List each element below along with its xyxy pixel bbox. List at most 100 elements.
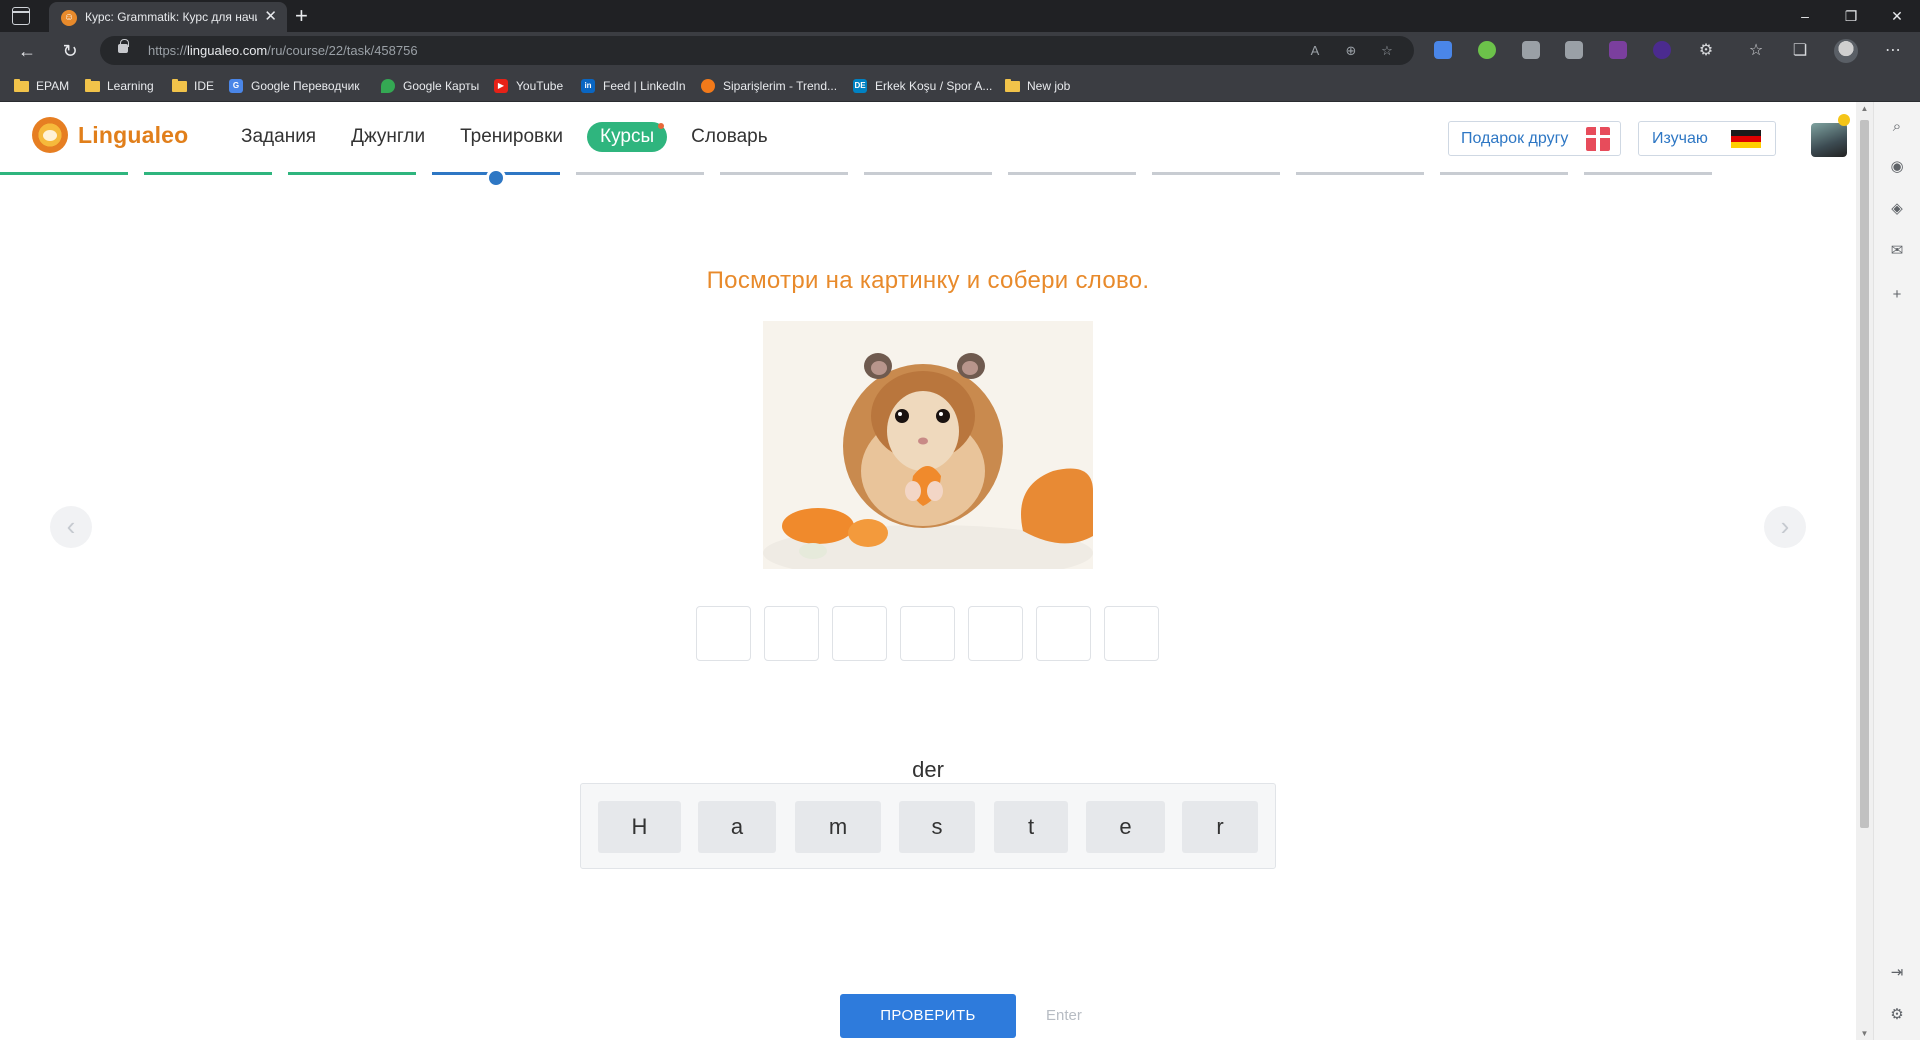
progress-segment-done [144,172,272,175]
close-tab-icon[interactable]: ✕ [264,8,277,26]
linkedin-icon: in [581,79,595,93]
minimize-icon[interactable]: – [1782,0,1828,32]
new-tab-icon[interactable]: + [295,4,308,28]
zoom-icon[interactable]: ⊕ [1341,41,1361,61]
next-task-button[interactable]: › [1764,506,1806,548]
user-avatar[interactable] [1811,123,1847,157]
check-button[interactable]: ПРОВЕРИТЬ [840,994,1016,1038]
bookmark-linkedin[interactable]: in Feed | LinkedIn [581,78,686,94]
games-icon[interactable]: ◈ [1886,198,1908,220]
answer-slot[interactable] [1104,606,1159,661]
nav-item-jungle[interactable]: Джунгли [351,122,425,152]
back-icon[interactable]: ← [14,38,40,64]
tab-actions-icon[interactable] [12,7,30,25]
extensions-icon[interactable]: ⚙ [1695,40,1717,62]
address-bar[interactable]: https://lingualeo.com/ru/course/22/task/… [100,36,1414,65]
hide-sidebar-icon[interactable]: ⇥ [1886,962,1908,984]
bookmarks-bar: EPAM Learning IDE G Google Переводчик Goo… [0,69,1920,102]
word-article: der [912,757,944,782]
purple-extension-icon[interactable] [1609,41,1627,59]
progress-segment-pending [576,172,704,175]
hamster-illustration [763,321,1093,569]
read-aloud-icon[interactable]: A [1305,41,1325,61]
window-controls: – ❐ ✕ [1782,0,1920,32]
progress-segment-pending [864,172,992,175]
browser-toolbar: ← ↻ https://lingualeo.com/ru/course/22/t… [0,32,1920,69]
main-nav: Задания Джунгли Тренировки Курсы Словарь [241,122,803,152]
close-window-icon[interactable]: ✕ [1874,0,1920,32]
bookmark-epam[interactable]: EPAM [14,78,69,94]
bookmark-new-job[interactable]: New job [1005,78,1070,94]
search-icon[interactable]: ⌕ [1886,116,1908,138]
progress-segment-done [288,172,416,175]
lock-icon[interactable] [118,39,129,53]
answer-slot[interactable] [696,606,751,661]
profile-avatar[interactable] [1834,39,1858,63]
nav-item-trainings[interactable]: Тренировки [460,122,563,152]
answer-slot[interactable] [900,606,955,661]
site-header: Lingualeo Задания Джунгли Тренировки Кур… [0,102,1856,172]
bookmark-google-translate[interactable]: G Google Переводчик [229,78,360,94]
letter-tile[interactable]: H [598,801,681,853]
url-text: https://lingualeo.com/ru/course/22/task/… [148,43,418,58]
bookmark-learning[interactable]: Learning [85,78,154,94]
gift-friend-button[interactable]: Подарок другу [1448,121,1621,156]
collections-icon[interactable]: ❏ [1789,40,1811,62]
add-sidebar-app-icon[interactable]: + [1886,284,1908,306]
progress-segment-done [0,172,128,175]
page-scrollbar[interactable]: ▲ ▼ [1856,102,1873,1040]
scroll-down-icon[interactable]: ▼ [1860,1029,1869,1038]
bookmark-google-maps[interactable]: Google Карты [381,78,479,94]
previous-task-button[interactable]: ‹ [50,506,92,548]
progress-segment-pending [1584,172,1712,175]
letter-tile[interactable]: a [698,801,776,853]
green-extension-icon[interactable] [1478,41,1496,59]
google-translate-icon: G [229,79,243,93]
logo-text: Lingualeo [78,121,189,148]
refresh-icon[interactable]: ↻ [57,38,83,64]
lingualeo-favicon-icon: ☺ [61,10,77,26]
letter-tile[interactable]: e [1086,801,1165,853]
learning-language-button[interactable]: Изучаю [1638,121,1776,156]
grey-extension-icon[interactable] [1522,41,1540,59]
dark-purple-extension-icon[interactable] [1653,41,1671,59]
browser-tab-bar: ☺ Курс: Grammatik: Курс для начи ✕ + – ❐… [0,0,1920,32]
answer-slot[interactable] [832,606,887,661]
add-favorite-icon[interactable]: ☆ [1377,41,1397,61]
letter-tile[interactable]: r [1182,801,1258,853]
task-progress-bar [0,168,1856,188]
answer-slots [696,606,1159,661]
nav-item-tasks[interactable]: Задания [241,122,316,152]
grey-extension-icon-2[interactable] [1565,41,1583,59]
outlook-icon[interactable]: ✉ [1886,240,1908,262]
letter-tile[interactable]: s [899,801,975,853]
bookmark-ide[interactable]: IDE [172,78,214,94]
answer-slot[interactable] [764,606,819,661]
answer-slot[interactable] [1036,606,1091,661]
premium-crown-icon [1838,114,1850,126]
decathlon-icon: DE [853,79,867,93]
scroll-up-icon[interactable]: ▲ [1860,104,1869,113]
trendyol-icon [701,79,715,93]
logo[interactable]: Lingualeo [32,117,188,153]
scrollbar-thumb[interactable] [1860,120,1869,828]
more-menu-icon[interactable]: ⋯ [1882,40,1904,62]
nav-item-courses[interactable]: Курсы [587,122,668,152]
browser-tab-active[interactable]: ☺ Курс: Grammatik: Курс для начи ✕ [49,2,287,32]
task-instruction: Посмотри на картинку и собери слово. [706,267,1150,294]
translate-extension-icon[interactable] [1434,41,1452,59]
letter-tile[interactable]: m [795,801,881,853]
letter-tile[interactable]: t [994,801,1068,853]
sidebar-settings-icon[interactable]: ⚙ [1886,1004,1908,1026]
nav-item-dictionary[interactable]: Словарь [691,122,768,152]
restore-icon[interactable]: ❐ [1828,0,1874,32]
bookmark-youtube[interactable]: ▶ YouTube [494,78,563,94]
bookmark-trendyol[interactable]: Siparişlerim - Trend... [701,78,837,94]
bookmark-decathlon[interactable]: DE Erkek Koşu / Spor A... [853,78,992,94]
answer-slot[interactable] [968,606,1023,661]
favorites-icon[interactable]: ☆ [1745,40,1767,62]
enter-hint: Enter [1046,1007,1082,1024]
copilot-icon[interactable]: ◉ [1886,156,1908,178]
folder-icon [85,78,100,92]
google-maps-icon [381,79,395,93]
